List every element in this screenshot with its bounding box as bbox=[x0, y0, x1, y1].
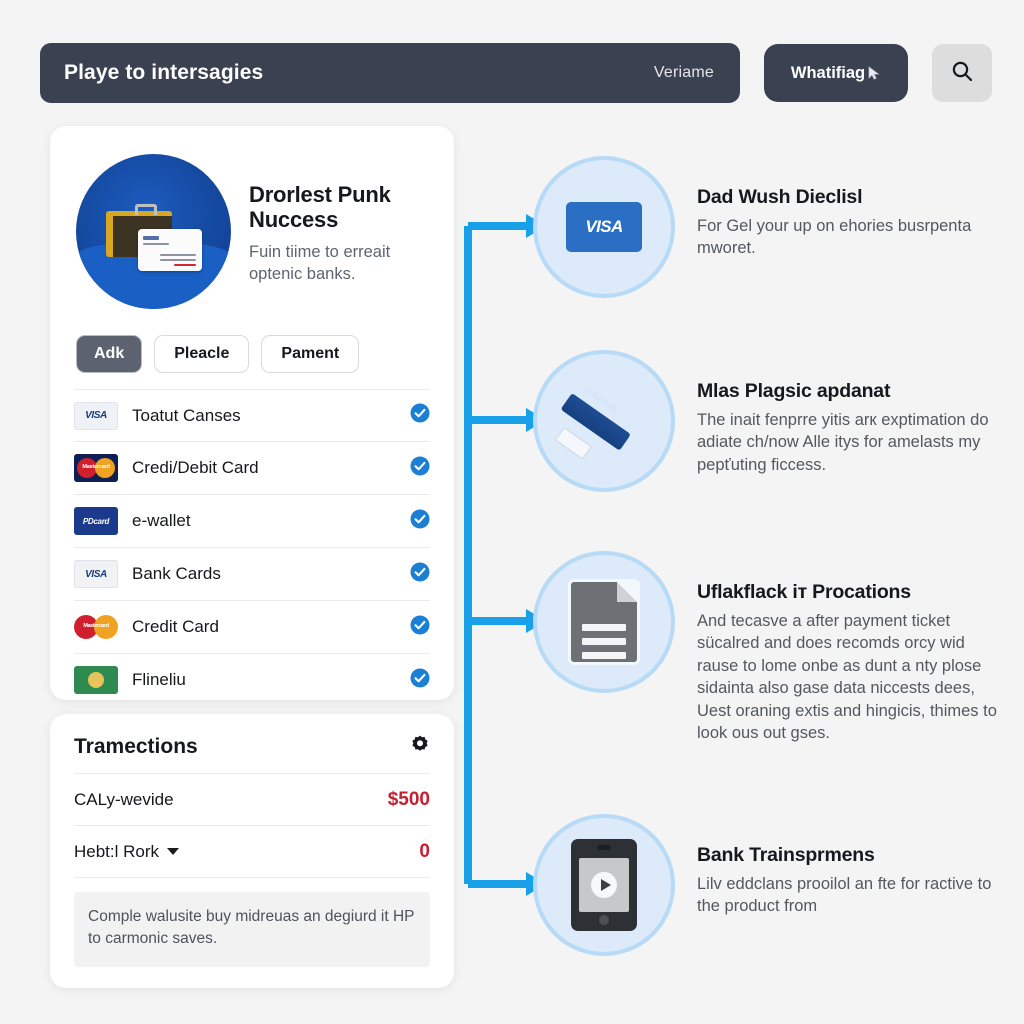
list-item[interactable]: Mastercard Credit Card bbox=[74, 601, 430, 654]
transaction-label-wrap: Hebt:l Rork bbox=[74, 841, 180, 862]
search-button[interactable] bbox=[932, 44, 992, 102]
payment-methods-card: Drorlest Punk Nuccess Fuin tiime to erre… bbox=[50, 126, 454, 707]
list-item[interactable]: Flineliu bbox=[74, 654, 430, 707]
page-root: Playe to intersagies Veriame Whatifiag D… bbox=[0, 0, 1024, 1024]
step-circle-3 bbox=[533, 551, 675, 693]
tab-adk[interactable]: Adk bbox=[76, 335, 143, 373]
green-card-logo-icon bbox=[74, 666, 118, 694]
step-circle-1: VISA bbox=[533, 156, 675, 298]
check-icon bbox=[410, 509, 430, 534]
transaction-value: 0 bbox=[419, 840, 430, 862]
step-item-4[interactable]: Bank Trainsprmens Lilv eddclans prooilol… bbox=[533, 814, 1003, 956]
table-row[interactable]: CALy-wevide $500 bbox=[74, 774, 430, 826]
step-circle-4 bbox=[533, 814, 675, 956]
method-label: Credit Card bbox=[132, 617, 219, 636]
check-icon bbox=[410, 615, 430, 640]
method-tabs: Adk Pleacle Pament bbox=[76, 335, 430, 373]
step-description: And tecasve a after payment ticket sücal… bbox=[697, 612, 997, 743]
card-hero: Drorlest Punk Nuccess Fuin tiime to erre… bbox=[74, 148, 430, 309]
tab-pleacle[interactable]: Pleacle bbox=[154, 335, 250, 373]
header-subtitle: Veriame bbox=[653, 64, 714, 81]
header-action-label: Whatifiag bbox=[790, 63, 866, 82]
hero-title: Drorlest Punk Nuccess bbox=[249, 181, 391, 233]
top-header: Playe to intersagies Veriame Whatifiag bbox=[40, 42, 992, 104]
step-description: The inait fenprre yitis arк exptimation … bbox=[697, 411, 989, 474]
page-title: Playe to intersagies bbox=[64, 61, 264, 84]
check-icon bbox=[410, 403, 430, 428]
transactions-header: Tramections bbox=[74, 734, 430, 774]
list-item[interactable]: Mastercard Credi/Debit Card bbox=[74, 442, 430, 495]
step-title: Uflakflack iт Procations bbox=[697, 581, 911, 603]
tab-pament[interactable]: Pament bbox=[261, 335, 360, 373]
briefcase-card-illustration bbox=[76, 154, 231, 309]
gear-icon[interactable] bbox=[410, 734, 430, 759]
method-label: Credi/Debit Card bbox=[132, 458, 259, 477]
mastercard-logo-icon: Mastercard bbox=[74, 613, 118, 641]
check-icon bbox=[410, 668, 430, 693]
document-icon bbox=[571, 582, 637, 662]
hero-description: Fuin tiime to erreait optenic banks. bbox=[249, 242, 391, 283]
list-item[interactable]: PDcard e-wallet bbox=[74, 495, 430, 548]
transactions-title: Tramections bbox=[74, 734, 198, 758]
step-description: For Gel your up on ehories busrpenta mwo… bbox=[697, 217, 972, 258]
step-item-1[interactable]: VISA Dad Wush Dieclisl For Gel your up o… bbox=[533, 156, 1003, 298]
step-title: Dad Wush Dieclisl bbox=[697, 186, 863, 208]
visa-card-icon: VISA bbox=[566, 202, 642, 252]
method-label: Toatut Canses bbox=[132, 405, 241, 425]
check-icon bbox=[410, 562, 430, 587]
chevron-down-icon[interactable] bbox=[167, 848, 180, 855]
transactions-card: Tramections CALy-wevide $500 Hebt:l Rork… bbox=[50, 714, 454, 988]
visa-logo-icon: VISA bbox=[74, 560, 118, 588]
list-item[interactable]: VISA Bank Cards bbox=[74, 548, 430, 601]
header-bar: Playe to intersagies Veriame bbox=[40, 43, 740, 103]
tablet-play-icon bbox=[571, 839, 637, 931]
payment-method-list: VISA Toatut Canses Mastercard Credi/Debi… bbox=[74, 389, 430, 707]
step-circle-2: SIGNATURE bbox=[533, 350, 675, 492]
header-action-button[interactable]: Whatifiag bbox=[764, 44, 908, 102]
cursor-icon bbox=[868, 66, 881, 80]
search-icon bbox=[950, 59, 974, 88]
list-item[interactable]: VISA Toatut Canses bbox=[74, 389, 430, 442]
step-title: Mlas Plagsic apdanat bbox=[697, 380, 891, 402]
mastercard-logo-icon: Mastercard bbox=[74, 454, 118, 482]
pen-icon: SIGNATURE bbox=[554, 375, 650, 467]
step-description: Lilv eddclans prooilol an fte for ractiv… bbox=[697, 875, 992, 916]
transaction-label: CALy-wevide bbox=[74, 789, 174, 809]
transactions-note: Comple walusite buy midreuas an degiurd … bbox=[74, 892, 430, 967]
method-label: Bank Cards bbox=[132, 564, 221, 583]
check-icon bbox=[410, 456, 430, 481]
step-title: Bank Trainsprmens bbox=[697, 844, 875, 866]
method-label: e-wallet bbox=[132, 511, 191, 530]
step-item-2[interactable]: SIGNATURE Mlas Plagsic apdanat The inait… bbox=[533, 350, 1003, 492]
transaction-value: $500 bbox=[387, 788, 430, 810]
ewallet-logo-icon: PDcard bbox=[74, 507, 118, 535]
transaction-label: Hebt:l Rork bbox=[74, 841, 160, 861]
table-row[interactable]: Hebt:l Rork 0 bbox=[74, 826, 430, 878]
method-label: Flineliu bbox=[132, 670, 186, 689]
step-item-3[interactable]: Uflakflack iт Procations And tecasve a a… bbox=[533, 551, 1003, 745]
visa-logo-icon: VISA bbox=[74, 401, 118, 430]
